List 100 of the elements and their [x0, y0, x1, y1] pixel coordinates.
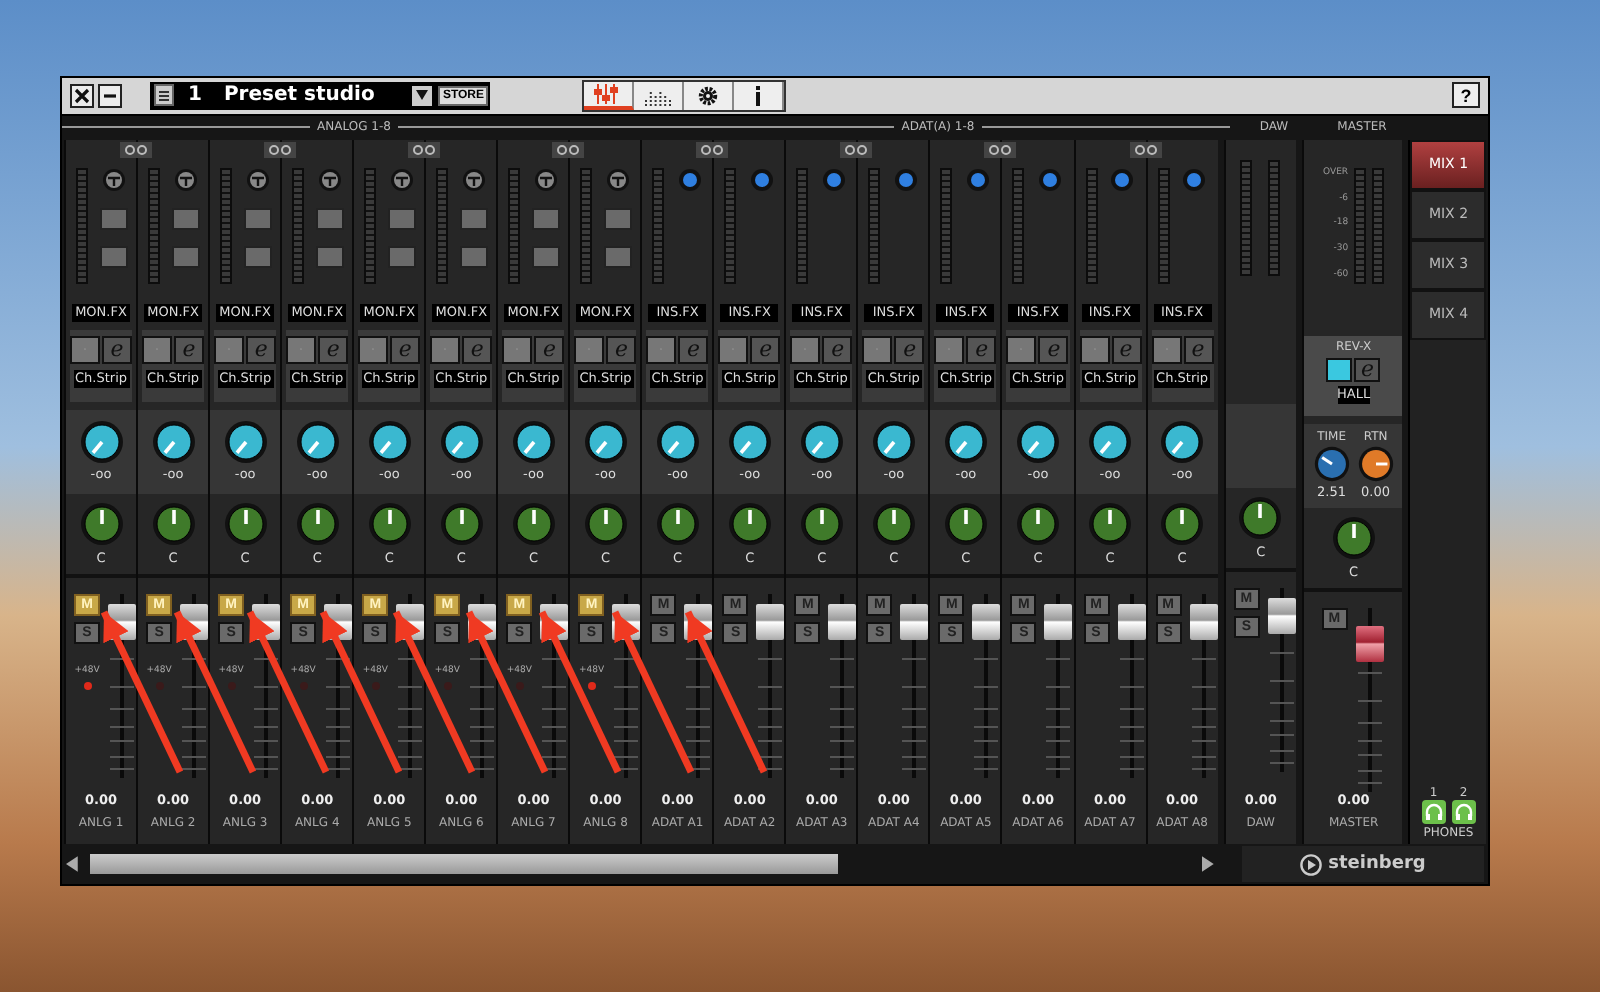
pan-knob[interactable]: [727, 501, 772, 546]
link-icon[interactable]: [840, 141, 873, 158]
editor-button[interactable]: e: [894, 335, 925, 364]
high-pass-button[interactable]: [387, 207, 416, 230]
view-tab[interactable]: [684, 81, 734, 110]
fader-thumb[interactable]: [1117, 603, 1145, 640]
pan-knob[interactable]: [1238, 495, 1283, 540]
phase-button[interactable]: [243, 245, 272, 268]
editor-button[interactable]: e: [1354, 357, 1381, 382]
editor-button[interactable]: e: [390, 335, 421, 364]
pan-knob[interactable]: [1160, 501, 1205, 546]
power-button[interactable]: [502, 335, 533, 364]
reverb-send-knob[interactable]: [295, 420, 340, 465]
pan-knob[interactable]: [367, 501, 412, 546]
editor-button[interactable]: e: [1038, 335, 1069, 364]
power-button[interactable]: [718, 335, 749, 364]
power-button[interactable]: [286, 335, 317, 364]
reverb-send-knob[interactable]: [871, 420, 916, 465]
high-pass-button[interactable]: [603, 207, 632, 230]
editor-button[interactable]: e: [678, 335, 709, 364]
fader-thumb[interactable]: [1356, 626, 1385, 663]
high-pass-button[interactable]: [171, 207, 200, 230]
pan-knob[interactable]: [943, 501, 988, 546]
reverb-send-knob[interactable]: [367, 420, 412, 465]
close-button[interactable]: [70, 83, 94, 108]
power-button[interactable]: [646, 335, 677, 364]
editor-button[interactable]: e: [1111, 335, 1142, 364]
editor-button[interactable]: e: [462, 335, 493, 364]
reverb-send-knob[interactable]: [799, 420, 844, 465]
editor-button[interactable]: e: [102, 335, 133, 364]
phase-button[interactable]: [459, 245, 488, 268]
editor-button[interactable]: e: [246, 335, 277, 364]
dropdown-icon[interactable]: [412, 85, 433, 106]
link-icon[interactable]: [552, 141, 585, 158]
reverb-send-knob[interactable]: [151, 420, 196, 465]
pan-knob[interactable]: [295, 501, 340, 546]
editor-button[interactable]: e: [822, 335, 853, 364]
high-pass-button[interactable]: [531, 207, 560, 230]
high-pass-button[interactable]: [315, 207, 344, 230]
view-tab[interactable]: [634, 81, 684, 110]
editor-button[interactable]: e: [534, 335, 565, 364]
fader-thumb[interactable]: [756, 603, 785, 640]
editor-button[interactable]: e: [174, 335, 205, 364]
pan-knob[interactable]: [871, 501, 916, 546]
pan-knob[interactable]: [223, 501, 268, 546]
link-icon[interactable]: [984, 141, 1017, 158]
power-button[interactable]: [862, 335, 893, 364]
phase-button[interactable]: [171, 245, 200, 268]
pan-knob[interactable]: [79, 501, 124, 546]
power-button[interactable]: [430, 335, 461, 364]
pan-knob[interactable]: [151, 501, 196, 546]
power-button[interactable]: [1006, 335, 1037, 364]
editor-button[interactable]: e: [966, 335, 997, 364]
phase-button[interactable]: [99, 245, 128, 268]
fader-thumb[interactable]: [828, 603, 857, 640]
reverb-send-knob[interactable]: [511, 420, 556, 465]
view-tab[interactable]: [584, 81, 634, 110]
reverb-send-knob[interactable]: [943, 420, 988, 465]
reverb-send-knob[interactable]: [1160, 420, 1205, 465]
power-button[interactable]: [790, 335, 821, 364]
power-button[interactable]: [214, 335, 245, 364]
power-button[interactable]: [1151, 335, 1182, 364]
high-pass-button[interactable]: [99, 207, 128, 230]
link-icon[interactable]: [408, 141, 441, 158]
link-icon[interactable]: [120, 141, 153, 158]
link-icon[interactable]: [264, 141, 297, 158]
link-icon[interactable]: [1129, 141, 1162, 158]
pan-knob[interactable]: [583, 501, 628, 546]
reverb-send-knob[interactable]: [223, 420, 268, 465]
reverb-send-knob[interactable]: [1015, 420, 1060, 465]
view-tab[interactable]: [734, 81, 784, 110]
reverb-send-knob[interactable]: [439, 420, 484, 465]
fader-thumb[interactable]: [1189, 603, 1218, 640]
reverb-send-knob[interactable]: [727, 420, 772, 465]
scrollbar-thumb[interactable]: [89, 854, 838, 875]
editor-button[interactable]: e: [318, 335, 349, 364]
power-button[interactable]: [1079, 335, 1110, 364]
pan-knob[interactable]: [439, 501, 484, 546]
pan-knob[interactable]: [1331, 515, 1376, 560]
link-icon[interactable]: [696, 141, 729, 158]
fader-thumb[interactable]: [972, 603, 1001, 640]
high-pass-button[interactable]: [459, 207, 488, 230]
reverb-send-knob[interactable]: [655, 420, 700, 465]
document-icon[interactable]: [154, 84, 174, 107]
reverb-time-knob[interactable]: [1313, 446, 1350, 483]
power-button[interactable]: [358, 335, 389, 364]
help-button[interactable]: ?: [1452, 82, 1480, 109]
editor-button[interactable]: e: [750, 335, 781, 364]
phase-button[interactable]: [387, 245, 416, 268]
headphones-icon[interactable]: [1421, 800, 1446, 825]
editor-button[interactable]: e: [606, 335, 637, 364]
power-button[interactable]: [574, 335, 605, 364]
pan-knob[interactable]: [1088, 501, 1133, 546]
fader-thumb[interactable]: [900, 603, 929, 640]
power-button[interactable]: [70, 335, 101, 364]
pan-knob[interactable]: [511, 501, 556, 546]
phase-button[interactable]: [315, 245, 344, 268]
phase-button[interactable]: [531, 245, 560, 268]
scroll-right-icon[interactable]: [1202, 856, 1214, 873]
pan-knob[interactable]: [1015, 501, 1060, 546]
